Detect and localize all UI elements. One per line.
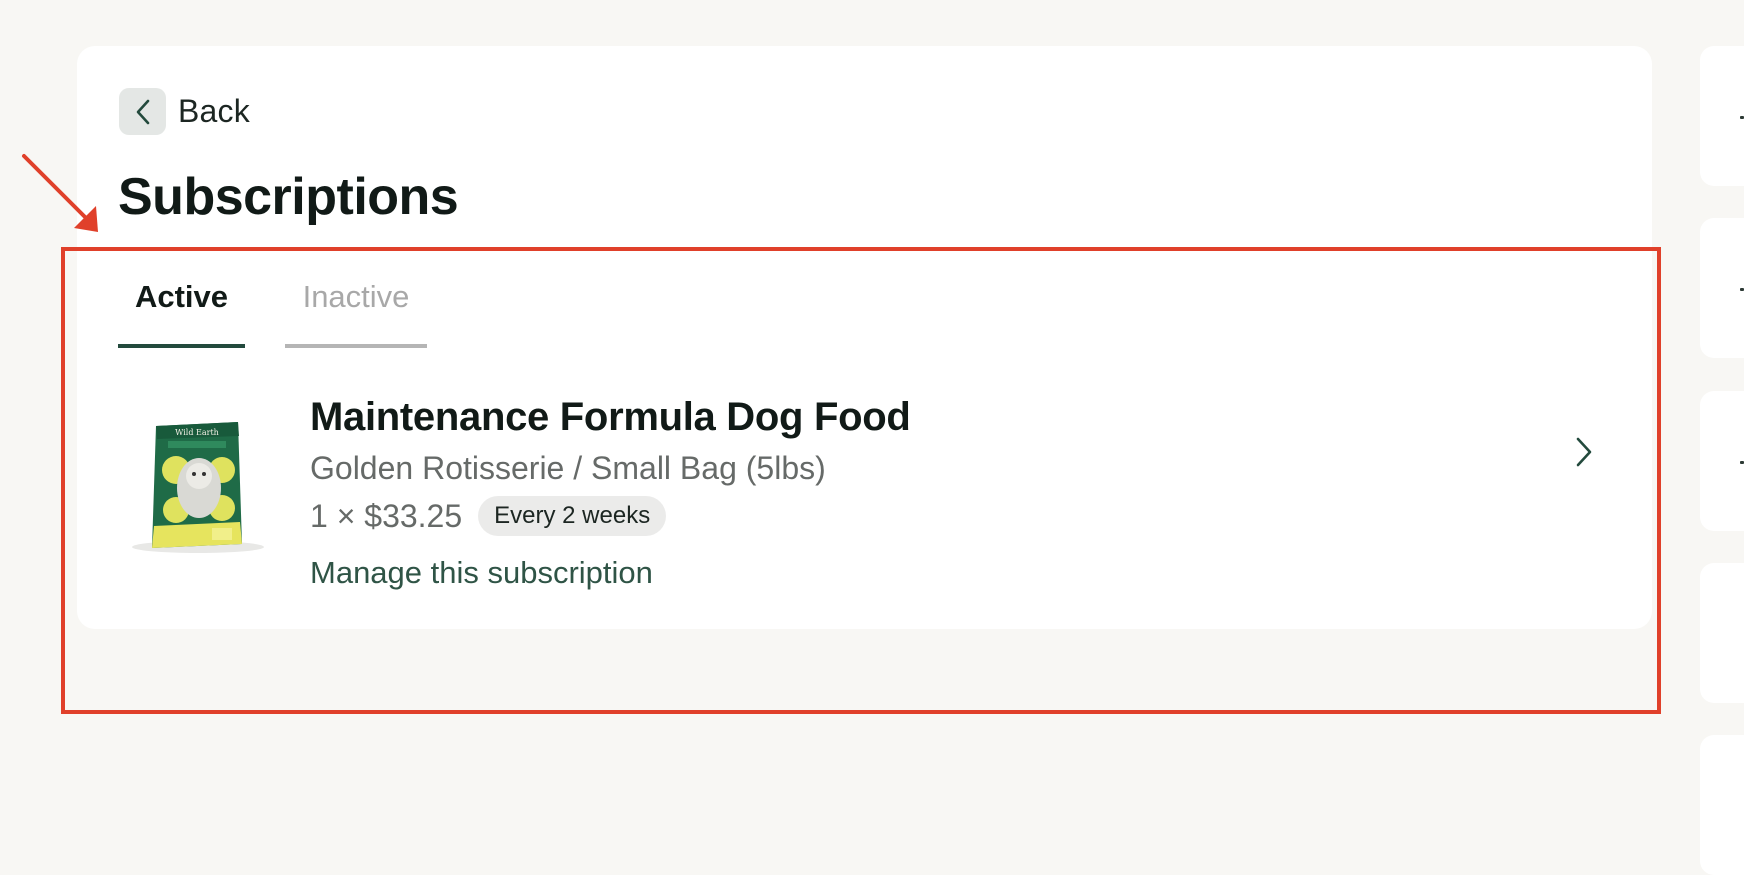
side-card-marker — [1740, 116, 1744, 119]
product-image: Wild Earth — [132, 422, 264, 553]
side-card-marker — [1740, 461, 1744, 464]
chevron-left-icon — [136, 99, 149, 124]
frequency-badge: Every 2 weeks — [478, 496, 667, 536]
side-panel-card — [1700, 391, 1744, 531]
subscription-list-item[interactable]: Wild Earth Maintenance Formula Dog Food … — [118, 385, 1618, 600]
side-panel-card — [1700, 218, 1744, 358]
back-icon-button[interactable] — [119, 88, 166, 135]
back-button[interactable]: Back — [119, 88, 250, 135]
chevron-right-icon[interactable] — [1571, 435, 1597, 469]
side-panel-card — [1700, 735, 1744, 875]
product-variant: Golden Rotisserie / Small Bag (5lbs) — [310, 450, 826, 486]
product-name: Maintenance Formula Dog Food — [310, 395, 911, 439]
back-label: Back — [178, 93, 250, 129]
side-card-marker — [1740, 288, 1744, 291]
side-panel-card — [1700, 563, 1744, 703]
tab-active[interactable]: Active — [118, 272, 245, 348]
page-title: Subscriptions — [118, 168, 459, 226]
price-line: 1 × $33.25 Every 2 weeks — [310, 496, 667, 536]
tab-inactive[interactable]: Inactive — [285, 272, 427, 348]
package-brand-text: Wild Earth — [175, 428, 219, 437]
side-panel-card — [1700, 46, 1744, 186]
price: 1 × $33.25 — [310, 497, 463, 534]
manage-subscription-link[interactable]: Manage this subscription — [310, 555, 653, 591]
